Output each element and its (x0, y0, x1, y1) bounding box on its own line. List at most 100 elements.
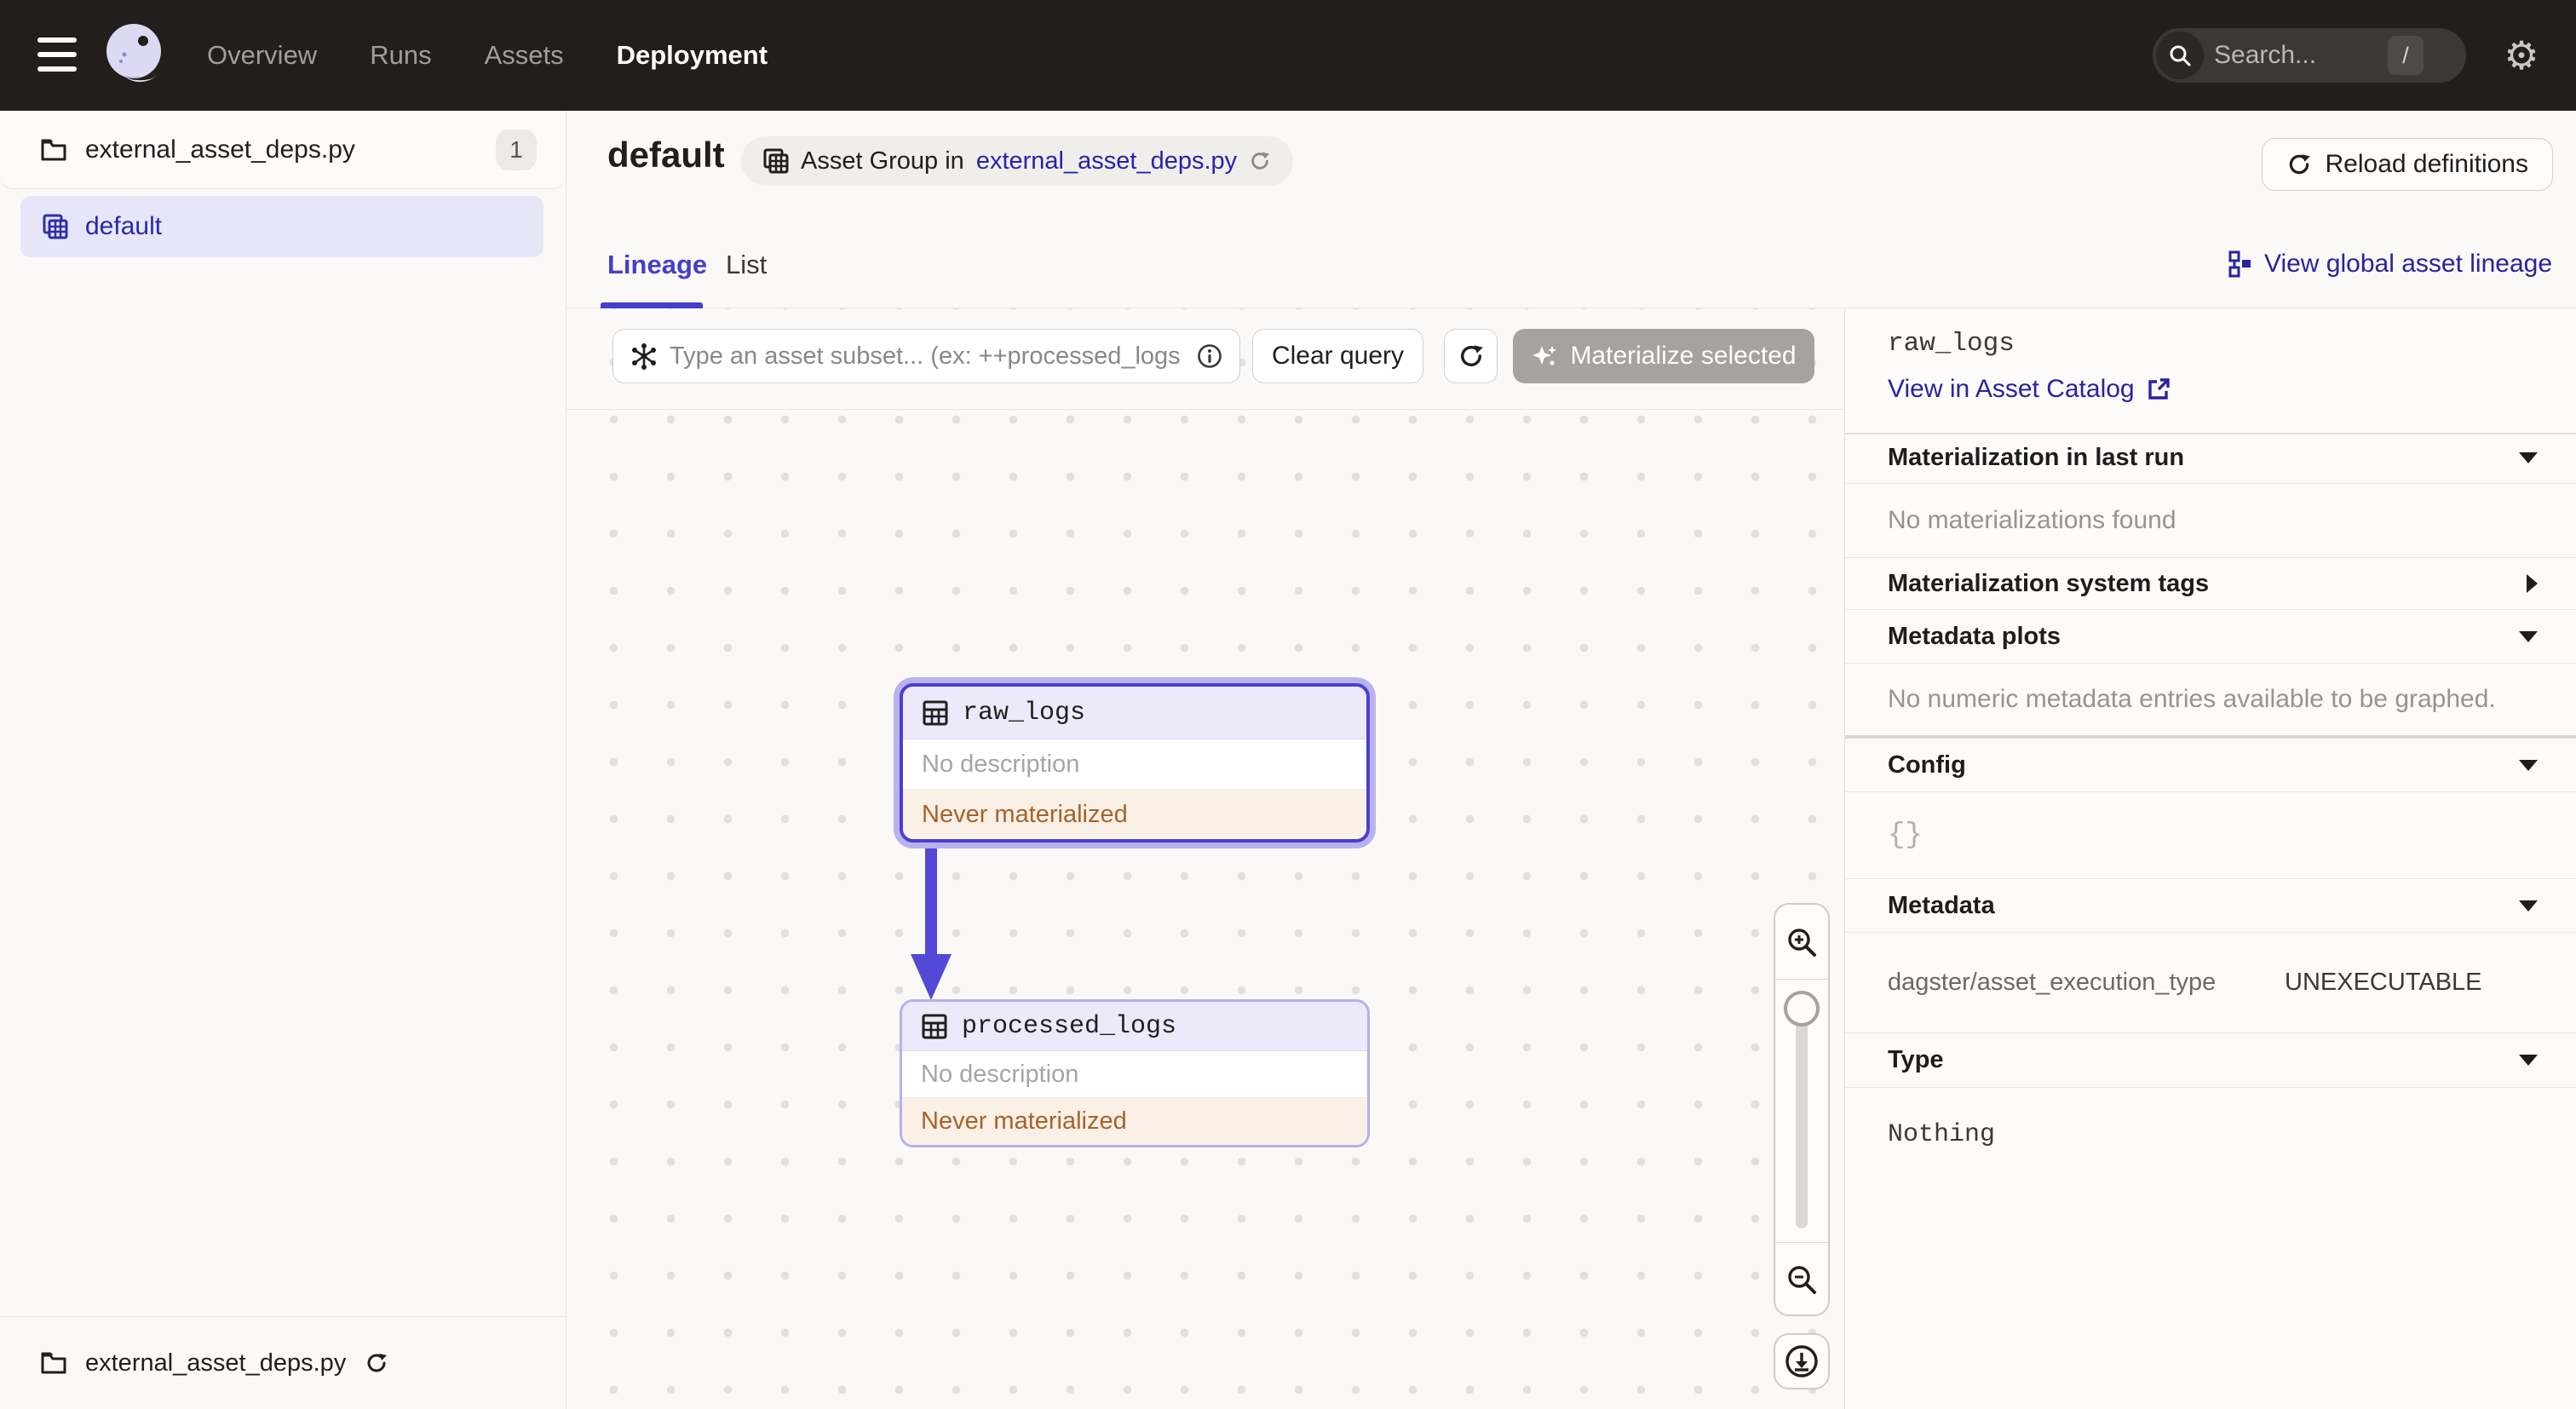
nav-deployment[interactable]: Deployment (617, 40, 768, 71)
empty-state-text: No materializations found (1888, 506, 2176, 534)
sidebar: external_asset_deps.py 1 default externa… (0, 111, 566, 1409)
zoom-slider[interactable] (1775, 980, 1828, 1242)
refresh-icon[interactable] (1249, 150, 1271, 172)
search-icon (2156, 32, 2204, 79)
nav-overview[interactable]: Overview (207, 40, 317, 71)
external-link-icon (2148, 378, 2170, 400)
section-materialization-system-tags: Materialization system tags (1845, 558, 2576, 610)
section-header[interactable]: Materialization system tags (1845, 558, 2576, 609)
dagster-logo-icon[interactable] (99, 19, 172, 92)
table-icon (923, 700, 948, 725)
section-title: Metadata (1888, 891, 1995, 919)
chevron-down-icon (2519, 452, 2538, 463)
view-global-asset-lineage-link[interactable]: View global asset lineage (2228, 250, 2552, 279)
page-title: default (607, 135, 725, 175)
chevron-down-icon (2519, 759, 2538, 771)
reload-icon (2289, 154, 2310, 175)
asset-lineage-canvas[interactable]: Clear query Materialize selected raw_log… (566, 308, 1844, 1409)
global-search[interactable]: / (2153, 28, 2466, 83)
materialize-selected-button[interactable]: Materialize selected (1513, 329, 1814, 383)
reload-repo-icon[interactable] (365, 1351, 388, 1375)
reload-definitions-button[interactable]: Reload definitions (2261, 138, 2553, 191)
refresh-graph-button[interactable] (1444, 329, 1498, 383)
asset-group-icon (763, 148, 789, 174)
tab-list[interactable]: List (726, 250, 767, 280)
asset-node-header: processed_logs (902, 1002, 1367, 1051)
clear-query-label: Clear query (1271, 342, 1405, 370)
section-header[interactable]: Metadata plots (1845, 610, 2576, 663)
lineage-edge-arrow (911, 842, 952, 1000)
zoom-out-button[interactable] (1775, 1242, 1828, 1314)
nav-runs[interactable]: Runs (370, 40, 431, 71)
section-title: Materialization in last run (1888, 444, 2185, 471)
view-in-asset-catalog-link[interactable]: View in Asset Catalog (1888, 375, 2171, 404)
empty-state-text: No numeric metadata entries available to… (1888, 685, 2496, 713)
config-value: {} (1888, 819, 1923, 852)
clear-query-button[interactable]: Clear query (1252, 329, 1423, 383)
asset-name: raw_logs (963, 698, 1086, 728)
zoom-in-button[interactable] (1775, 905, 1828, 980)
top-navigation-bar: Overview Runs Assets Deployment / ⚙ (0, 0, 2576, 111)
section-title: Config (1888, 751, 1966, 779)
type-value: Nothing (1888, 1120, 1996, 1149)
sidebar-item-label: default (85, 212, 163, 240)
materialize-label: Materialize selected (1570, 342, 1797, 370)
asset-name: processed_logs (962, 1011, 1177, 1041)
asset-subset-icon (632, 343, 656, 370)
section-body: No materializations found (1845, 484, 2576, 558)
asset-description: No description (902, 1051, 1367, 1098)
section-title: Metadata plots (1888, 622, 2061, 650)
download-icon (1785, 1345, 1818, 1377)
section-header[interactable]: Type (1845, 1033, 2576, 1087)
zoom-slider-knob[interactable] (1784, 991, 1820, 1027)
section-header[interactable]: Materialization in last run (1845, 433, 2576, 483)
search-input[interactable] (2214, 41, 2376, 70)
asset-node-processed-logs[interactable]: processed_logs No description Never mate… (900, 999, 1370, 1147)
nav-assets[interactable]: Assets (485, 40, 564, 71)
section-body: Nothing (1845, 1088, 2576, 1182)
footer-repo-name: external_asset_deps.py (85, 1349, 347, 1377)
table-icon (922, 1014, 947, 1038)
section-metadata-plots: Metadata plots (1845, 610, 2576, 664)
catalog-link-label: View in Asset Catalog (1888, 375, 2135, 403)
gear-icon[interactable]: ⚙ (2501, 35, 2542, 76)
asset-node-raw-logs[interactable]: raw_logs No description Never materializ… (900, 683, 1370, 843)
zoom-slider-track[interactable] (1796, 993, 1808, 1228)
asset-subset-input[interactable] (670, 342, 1185, 371)
metadata-row: dagster/asset_execution_type UNEXECUTABL… (1845, 933, 2576, 1033)
page-header: default Asset Group in external_asset_de… (566, 111, 2576, 308)
tab-lineage[interactable]: Lineage (607, 250, 707, 280)
info-icon[interactable] (1197, 343, 1222, 369)
repo-file-name: external_asset_deps.py (85, 135, 355, 164)
asset-description: No description (903, 739, 1366, 790)
reload-label: Reload definitions (2325, 150, 2529, 178)
section-materialization-last-run: Materialization in last run (1845, 433, 2576, 484)
asset-group-icon (43, 214, 68, 239)
repo-count-badge: 1 (496, 129, 537, 170)
folder-icon (41, 139, 66, 160)
folder-icon (41, 1352, 66, 1374)
section-header[interactable]: Config (1845, 739, 2576, 791)
zoom-in-icon (1788, 928, 1816, 957)
section-body: No numeric metadata entries available to… (1845, 664, 2576, 735)
section-config: Config (1845, 739, 2576, 792)
repo-link[interactable]: external_asset_deps.py (976, 147, 1237, 175)
toolbar-divider (566, 409, 1844, 410)
pill-label: Asset Group in (801, 147, 964, 175)
menu-icon[interactable] (37, 37, 77, 73)
download-graph-button[interactable] (1774, 1333, 1830, 1389)
section-type: Type (1845, 1033, 2576, 1088)
panel-asset-name: raw_logs (1888, 329, 2015, 359)
asset-group-breadcrumb-pill: Asset Group in external_asset_deps.py (741, 136, 1294, 186)
chevron-down-icon (2519, 630, 2538, 642)
active-tab-underline (601, 302, 703, 308)
asset-node-header: raw_logs (903, 687, 1366, 739)
sidebar-repo-header[interactable]: external_asset_deps.py 1 (0, 111, 566, 189)
sparkle-icon (1532, 346, 1557, 365)
section-metadata: Metadata (1845, 879, 2576, 933)
asset-status: Never materialized (903, 790, 1366, 839)
section-header[interactable]: Metadata (1845, 879, 2576, 932)
lineage-graph-icon (2228, 250, 2251, 278)
zoom-out-icon (1788, 1265, 1816, 1294)
sidebar-item-default-group[interactable]: default (20, 196, 543, 257)
